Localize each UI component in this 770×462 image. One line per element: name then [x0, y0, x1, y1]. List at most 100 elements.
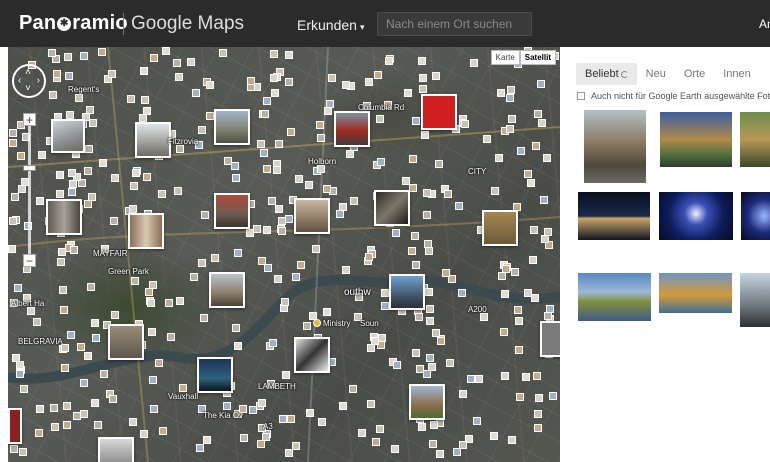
photo-marker-icon[interactable]	[428, 363, 436, 371]
photo-marker-icon[interactable]	[516, 393, 524, 401]
satellite-map[interactable]: Columbia Rd Albert Ha BELGRAVIA MAYFAIR …	[8, 47, 560, 462]
photo-marker-icon[interactable]	[495, 154, 503, 162]
photo-marker-icon[interactable]	[324, 107, 332, 115]
map-photo-thumbnail[interactable]	[294, 337, 330, 373]
photo-marker-icon[interactable]	[271, 89, 279, 97]
photo-marker-icon[interactable]	[261, 110, 269, 118]
photo-marker-icon[interactable]	[109, 395, 117, 403]
photo-marker-icon[interactable]	[502, 265, 510, 273]
photo-marker-icon[interactable]	[393, 361, 401, 369]
photo-marker-icon[interactable]	[419, 85, 427, 93]
photo-marker-icon[interactable]	[145, 288, 153, 296]
photo-marker-icon[interactable]	[411, 232, 419, 240]
photo-marker-icon[interactable]	[270, 74, 278, 82]
photo-marker-icon[interactable]	[500, 328, 508, 336]
photo-marker-icon[interactable]	[534, 110, 542, 118]
photo-marker-icon[interactable]	[501, 372, 509, 380]
photo-marker-icon[interactable]	[506, 125, 514, 133]
photo-marker-icon[interactable]	[425, 247, 433, 255]
photo-marker-icon[interactable]	[532, 142, 540, 150]
photo-marker-icon[interactable]	[287, 415, 295, 423]
photo-marker-icon[interactable]	[98, 48, 106, 56]
photo-marker-icon[interactable]	[87, 283, 95, 291]
photo-marker-icon[interactable]	[175, 73, 183, 81]
photo-marker-icon[interactable]	[517, 147, 525, 155]
photo-marker-icon[interactable]	[312, 245, 320, 253]
photo-marker-icon[interactable]	[508, 436, 516, 444]
photo-marker-icon[interactable]	[219, 49, 227, 57]
photo-marker-icon[interactable]	[70, 246, 78, 254]
pan-down-icon[interactable]: ˅	[25, 84, 31, 94]
photo-marker-icon[interactable]	[418, 423, 426, 431]
photo-marker-icon[interactable]	[491, 187, 499, 195]
photo-marker-icon[interactable]	[57, 258, 65, 266]
photo-marker-icon[interactable]	[35, 429, 43, 437]
photo-marker-icon[interactable]	[544, 312, 552, 320]
photo-marker-icon[interactable]	[292, 273, 300, 281]
photo-marker-icon[interactable]	[16, 361, 24, 369]
photo-marker-icon[interactable]	[336, 210, 344, 218]
photo-marker-icon[interactable]	[367, 344, 375, 352]
photo-marker-icon[interactable]	[127, 95, 135, 103]
photo-marker-icon[interactable]	[257, 140, 265, 148]
photo-marker-icon[interactable]	[129, 418, 137, 426]
photo-marker-icon[interactable]	[67, 331, 75, 339]
photo-marker-icon[interactable]	[143, 173, 151, 181]
photo-marker-icon[interactable]	[392, 229, 400, 237]
photo-marker-icon[interactable]	[249, 406, 257, 414]
photo-marker-icon[interactable]	[192, 89, 200, 97]
photo-marker-icon[interactable]	[376, 115, 384, 123]
tab-innen[interactable]: Innen	[714, 63, 760, 85]
photo-marker-icon[interactable]	[306, 409, 314, 417]
photo-marker-icon[interactable]	[64, 53, 72, 61]
photo-marker-icon[interactable]	[63, 402, 71, 410]
photo-marker-icon[interactable]	[458, 289, 466, 297]
photo-marker-icon[interactable]	[514, 306, 522, 314]
photo-marker-icon[interactable]	[60, 306, 68, 314]
photo-marker-icon[interactable]	[111, 311, 119, 319]
photo-marker-icon[interactable]	[381, 302, 389, 310]
photo-marker-icon[interactable]	[318, 418, 326, 426]
photo-marker-icon[interactable]	[455, 202, 463, 210]
photo-marker-icon[interactable]	[263, 226, 271, 234]
photo-marker-icon[interactable]	[429, 440, 437, 448]
photo-marker-icon[interactable]	[527, 179, 535, 187]
photo-marker-icon[interactable]	[446, 359, 454, 367]
photo-marker-icon[interactable]	[515, 346, 523, 354]
photo-marker-icon[interactable]	[381, 289, 389, 297]
photo-marker-icon[interactable]	[529, 256, 537, 264]
photo-marker-icon[interactable]	[423, 189, 431, 197]
photo-marker-icon[interactable]	[10, 445, 18, 453]
photo-marker-icon[interactable]	[475, 375, 483, 383]
photo-marker-icon[interactable]	[531, 294, 539, 302]
photo-marker-icon[interactable]	[534, 424, 542, 432]
photo-marker-icon[interactable]	[426, 317, 434, 325]
photo-marker-icon[interactable]	[201, 211, 209, 219]
photo-marker-icon[interactable]	[85, 145, 93, 153]
photo-marker-icon[interactable]	[339, 203, 347, 211]
photo-marker-icon[interactable]	[508, 115, 516, 123]
poi-marker-icon[interactable]	[313, 319, 321, 327]
photo-marker-icon[interactable]	[497, 89, 505, 97]
photo-marker-icon[interactable]	[179, 384, 187, 392]
photo-marker-icon[interactable]	[377, 158, 385, 166]
photo-marker-icon[interactable]	[84, 200, 92, 208]
photo-marker-icon[interactable]	[453, 448, 461, 456]
photo-marker-icon[interactable]	[65, 72, 73, 80]
photo-marker-icon[interactable]	[473, 417, 481, 425]
photo-marker-icon[interactable]	[61, 364, 69, 372]
photo-marker-icon[interactable]	[263, 97, 271, 105]
photo-marker-icon[interactable]	[425, 288, 433, 296]
photo-marker-icon[interactable]	[459, 390, 467, 398]
photo-marker-icon[interactable]	[17, 152, 25, 160]
photo-marker-icon[interactable]	[147, 299, 155, 307]
photo-marker-icon[interactable]	[409, 184, 417, 192]
photo-marker-icon[interactable]	[522, 373, 530, 381]
photo-marker-icon[interactable]	[408, 247, 416, 255]
map-photo-thumbnail[interactable]	[334, 111, 370, 147]
photo-marker-icon[interactable]	[130, 182, 138, 190]
photo-marker-icon[interactable]	[285, 78, 293, 86]
photo-marker-icon[interactable]	[530, 226, 538, 234]
earth-filter[interactable]: Auch nicht für Google Earth ausgewählte …	[577, 91, 770, 101]
photo-marker-icon[interactable]	[247, 77, 255, 85]
